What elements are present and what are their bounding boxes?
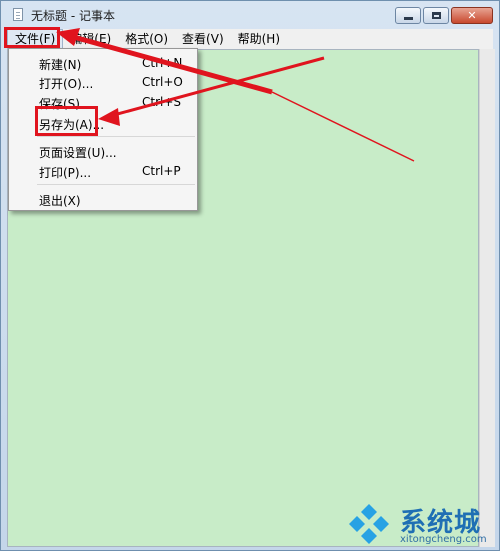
arrow-to-save-as (109, 56, 325, 118)
watermark-url: xitongcheng.com (400, 534, 487, 545)
arrow-head-file-menu (56, 28, 80, 46)
arrow-thick-to-file-menu (69, 33, 273, 95)
diamond-logo-icon (349, 504, 389, 544)
arrow-thin-tail (271, 91, 415, 162)
annotation-arrows (56, 28, 415, 162)
watermark: 系统城 xitongcheng.com (342, 498, 500, 551)
arrow-head-save-as (98, 108, 120, 126)
